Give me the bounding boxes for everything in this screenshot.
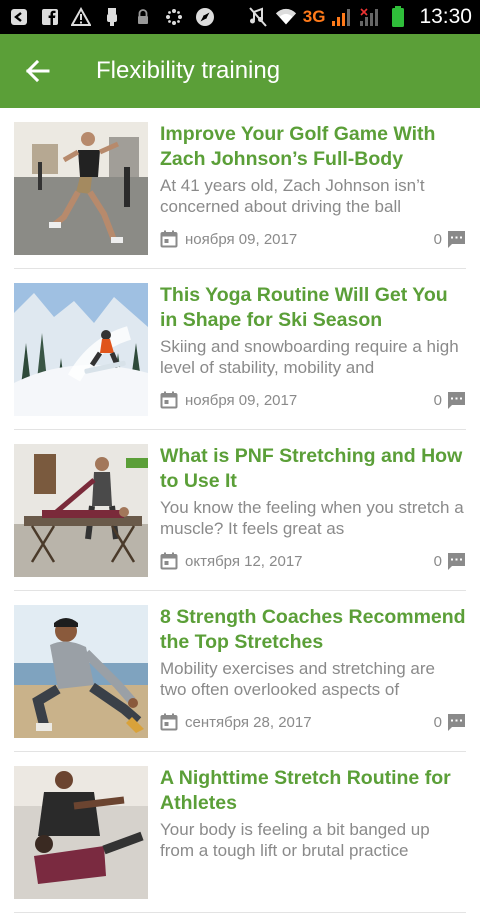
article-thumbnail-gym-lunge xyxy=(14,122,148,255)
warning-icon xyxy=(70,6,92,28)
article-item[interactable]: 8 Strength Coaches Recommend the Top Str… xyxy=(0,591,480,752)
article-title[interactable]: What is PNF Stretching and How to Use It xyxy=(160,444,466,494)
back-button[interactable] xyxy=(0,34,74,108)
calendar-icon xyxy=(160,230,178,248)
article-title[interactable]: Improve Your Golf Game With Zach Johnson… xyxy=(160,122,466,172)
article-date: октября 12, 2017 xyxy=(185,552,303,570)
usb-icon xyxy=(101,6,123,28)
battery-icon xyxy=(387,6,409,28)
comment-icon[interactable] xyxy=(447,230,466,249)
mute-icon xyxy=(247,6,269,28)
article-list: Improve Your Golf Game With Zach Johnson… xyxy=(0,108,480,913)
article-item[interactable]: What is PNF Stretching and How to Use It… xyxy=(0,430,480,591)
article-thumbnail-beach-stretch xyxy=(14,605,148,738)
article-thumbnail-snowboarder xyxy=(14,283,148,416)
signal-icon xyxy=(331,6,353,28)
lock-icon xyxy=(132,6,154,28)
article-excerpt: Mobility exercises and stretching are tw… xyxy=(160,659,435,699)
comment-icon[interactable] xyxy=(447,552,466,571)
dots-icon xyxy=(163,6,185,28)
article-excerpt: Your body is feeling a bit banged up fro… xyxy=(160,820,430,860)
article-meta: ноября 09, 2017 0 xyxy=(160,228,466,250)
article-excerpt: At 41 years old, Zach Johnson isn’t conc… xyxy=(160,176,425,216)
comment-count: 0 xyxy=(433,552,442,570)
article-item[interactable]: Improve Your Golf Game With Zach Johnson… xyxy=(0,108,480,269)
article-item[interactable]: A Nighttime Stretch Routine for Athletes… xyxy=(0,752,480,913)
comment-count: 0 xyxy=(433,713,442,731)
article-date: сентября 28, 2017 xyxy=(185,713,312,731)
status-bar: 3G 13:30 xyxy=(0,0,480,34)
signal-sim2-icon xyxy=(359,6,381,28)
page-title: Flexibility training xyxy=(96,57,281,84)
article-meta: октября 12, 2017 0 xyxy=(160,550,466,572)
comment-icon[interactable] xyxy=(447,391,466,410)
calendar-icon xyxy=(160,391,178,409)
calendar-icon xyxy=(160,552,178,570)
comment-count: 0 xyxy=(433,391,442,409)
article-title[interactable]: This Yoga Routine Will Get You in Shape … xyxy=(160,283,466,333)
wifi-icon xyxy=(275,6,297,28)
article-item[interactable]: This Yoga Routine Will Get You in Shape … xyxy=(0,269,480,430)
network-type: 3G xyxy=(302,7,326,26)
article-title[interactable]: A Nighttime Stretch Routine for Athletes xyxy=(160,766,466,816)
article-date: ноября 09, 2017 xyxy=(185,391,298,409)
article-date: ноября 09, 2017 xyxy=(185,230,298,248)
location-icon xyxy=(194,6,216,28)
comment-count: 0 xyxy=(433,230,442,248)
calendar-icon xyxy=(160,713,178,731)
back-arrow-icon xyxy=(8,6,30,28)
article-excerpt: Skiing and snowboarding require a high l… xyxy=(160,337,459,377)
article-excerpt: You know the feeling when you stretch a … xyxy=(160,498,464,538)
comment-icon[interactable] xyxy=(447,713,466,732)
article-title[interactable]: 8 Strength Coaches Recommend the Top Str… xyxy=(160,605,466,655)
article-meta: ноября 09, 2017 0 xyxy=(160,389,466,411)
back-arrow-icon xyxy=(25,59,50,83)
status-time: 13:30 xyxy=(419,5,472,28)
article-thumbnail-table-stretch xyxy=(14,444,148,577)
app-bar: Flexibility training xyxy=(0,34,480,108)
facebook-icon xyxy=(39,6,61,28)
article-thumbnail-partner-stretch xyxy=(14,766,148,899)
article-meta: сентября 28, 2017 0 xyxy=(160,711,466,733)
